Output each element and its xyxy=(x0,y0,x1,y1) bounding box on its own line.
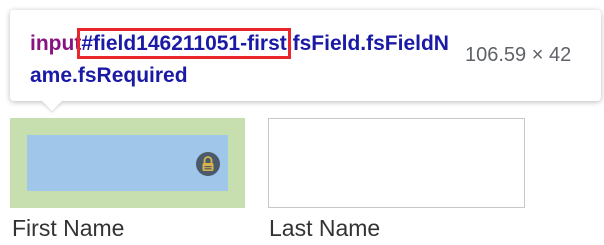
lock-icon[interactable] xyxy=(196,152,220,176)
last-name-label: Last Name xyxy=(269,215,381,241)
selector-id: #field146211051-first xyxy=(77,28,291,59)
selector-tag: input xyxy=(30,32,82,55)
last-name-input[interactable] xyxy=(268,118,525,208)
element-dimensions: 106.59 × 42 xyxy=(465,44,572,66)
inspector-tooltip: input#field146211051-first.fsField.fsFie… xyxy=(10,10,601,101)
first-name-input[interactable] xyxy=(27,135,228,191)
element-selector: input#field146211051-first.fsField.fsFie… xyxy=(30,28,450,92)
first-name-label: First Name xyxy=(12,215,125,241)
first-name-field-highlight[interactable] xyxy=(10,118,245,208)
